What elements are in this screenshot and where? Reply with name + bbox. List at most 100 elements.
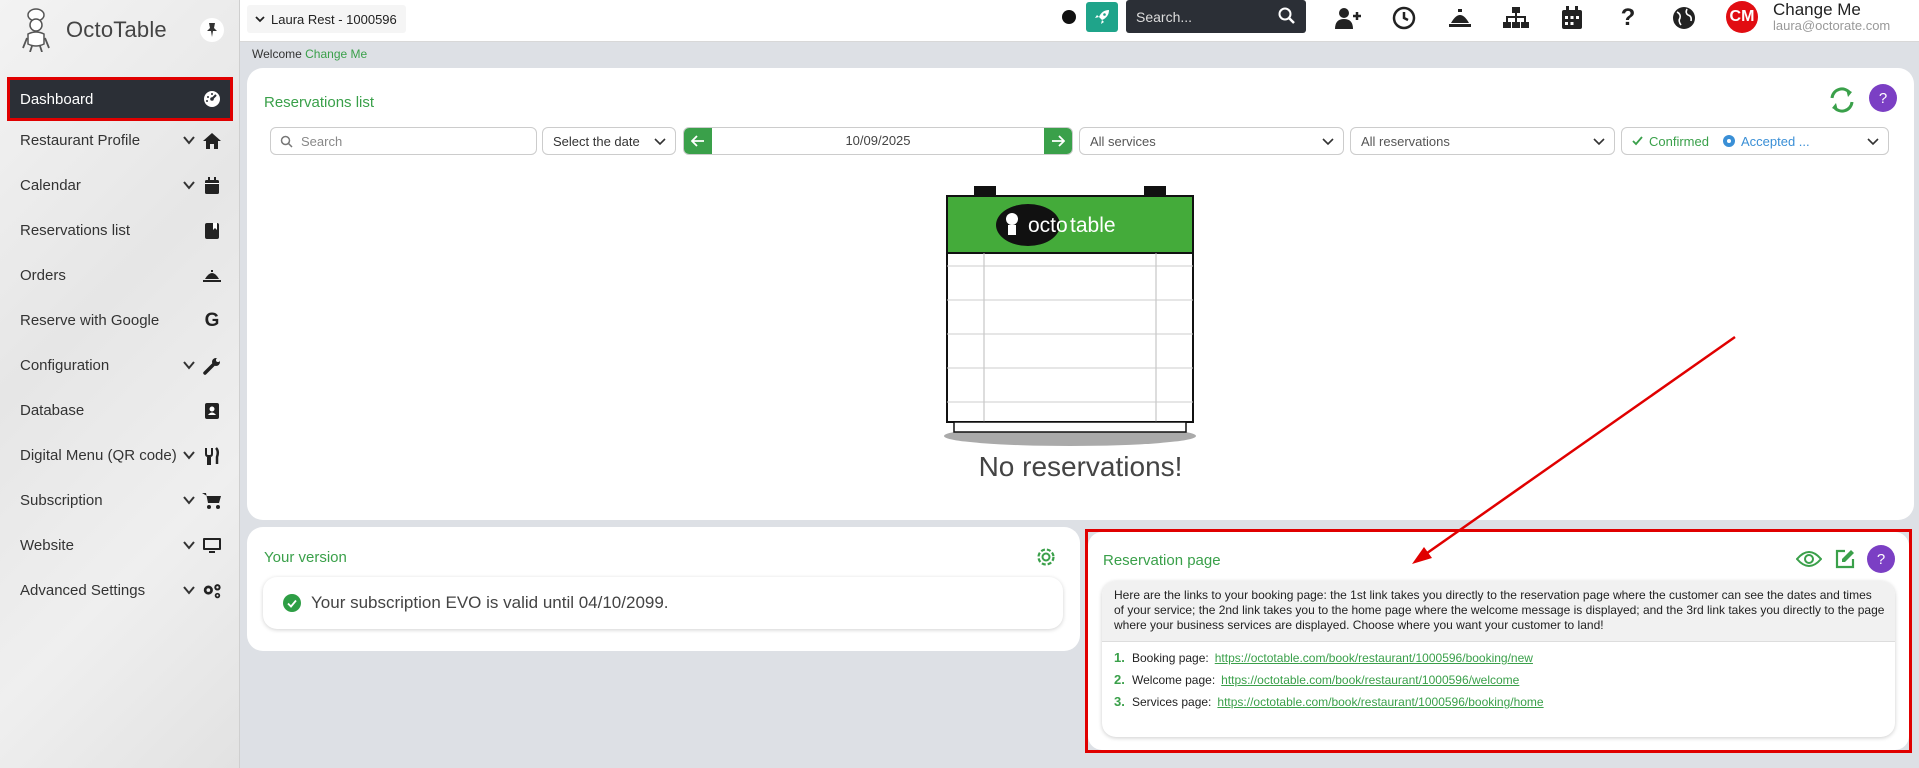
top-bar: Laura Rest - 1000596 Search... ? CM Chan: [240, 0, 1919, 42]
utensils-icon: [202, 446, 222, 466]
add-user-icon: [1335, 8, 1361, 29]
pin-sidebar-button[interactable]: [200, 18, 224, 42]
sidebar: OctoTable Dashboard Restaurant Profile C…: [0, 0, 240, 768]
search-icon: [280, 135, 293, 148]
sidebar-item-website[interactable]: Website: [0, 523, 240, 568]
version-title: Your version: [264, 549, 347, 566]
global-search-input[interactable]: Search...: [1126, 0, 1306, 33]
arrow-right-icon: [1052, 135, 1065, 147]
sidebar-item-dashboard[interactable]: Dashboard: [7, 77, 233, 121]
calendar-icon: [202, 176, 222, 196]
sidebar-item-reserve-with-google[interactable]: Reserve with Google G: [0, 298, 240, 343]
question-mark-icon: ?: [1620, 4, 1636, 31]
sidebar-item-reservations-list[interactable]: Reservations list: [0, 208, 240, 253]
help-button[interactable]: ?: [1600, 4, 1656, 32]
reservations-card: Reservations list ? Search Select the da…: [247, 68, 1914, 520]
welcome-user-link[interactable]: Change Me: [305, 47, 367, 61]
sidebar-item-restaurant-profile[interactable]: Restaurant Profile: [0, 118, 240, 163]
google-icon: G: [204, 310, 220, 331]
book-icon: [202, 221, 222, 241]
empty-state-message: No reservations!: [978, 451, 1183, 482]
chevron-down-icon: [182, 133, 196, 147]
reservations-filter-value: All reservations: [1361, 133, 1450, 149]
search-icon: [1278, 7, 1296, 28]
calendar-icon: [1562, 6, 1582, 29]
sidebar-item-label: Dashboard: [20, 90, 94, 108]
home-icon: [202, 131, 222, 151]
status-filter-dropdown[interactable]: Confirmed Accepted ...: [1621, 127, 1889, 155]
chevron-down-icon: [182, 448, 196, 462]
cart-icon: [202, 491, 222, 511]
wrench-icon: [202, 356, 222, 376]
reservations-help-button[interactable]: ?: [1869, 84, 1897, 112]
sitemap-button[interactable]: [1488, 4, 1544, 32]
language-button[interactable]: [1656, 4, 1712, 32]
previous-date-button[interactable]: [684, 128, 712, 154]
calendar-button[interactable]: [1544, 4, 1600, 32]
rocket-icon: [1095, 10, 1109, 24]
clock-icon: [1392, 6, 1416, 30]
chevron-down-icon: [182, 583, 196, 597]
orders-button[interactable]: [1432, 4, 1488, 32]
next-date-button[interactable]: [1044, 128, 1072, 154]
app-name: OctoTable: [66, 17, 167, 42]
global-search-placeholder: Search...: [1136, 8, 1193, 25]
sidebar-item-orders[interactable]: Orders: [0, 253, 240, 298]
sidebar-item-digital-menu[interactable]: Digital Menu (QR code): [0, 433, 240, 478]
refresh-icon: [1830, 87, 1854, 113]
top-icon-toolbar: ?: [1320, 4, 1712, 32]
gear-icon: [1037, 548, 1055, 566]
arrow-left-icon: [691, 135, 704, 147]
globe-icon: [1673, 7, 1695, 29]
version-settings-button[interactable]: [1034, 545, 1058, 569]
pin-icon: [207, 23, 217, 37]
restaurant-selector[interactable]: Laura Rest - 1000596: [247, 5, 406, 33]
status-accepted: Accepted ...: [1740, 133, 1810, 149]
welcome-message: Welcome Change Me: [252, 47, 367, 61]
reservation-search-input[interactable]: Search: [270, 127, 537, 155]
user-email: laura@octorate.com: [1773, 18, 1891, 33]
restaurant-name: Laura Rest - 1000596: [271, 11, 397, 27]
reservation-search-placeholder: Search: [301, 133, 343, 149]
welcome-prefix: Welcome: [252, 47, 302, 61]
sidebar-item-subscription[interactable]: Subscription: [0, 478, 240, 523]
accepted-status-icon: [1722, 135, 1735, 147]
current-date[interactable]: 10/09/2025: [712, 128, 1044, 154]
monitor-icon: [202, 536, 222, 556]
service-bell-icon: [1449, 9, 1471, 27]
avatar[interactable]: CM: [1726, 1, 1758, 33]
rocket-button[interactable]: [1086, 2, 1118, 32]
reservations-filter-dropdown[interactable]: All reservations: [1350, 127, 1615, 155]
chef-logo-icon: [22, 8, 50, 53]
refresh-button[interactable]: [1828, 86, 1856, 114]
date-navigator: 10/09/2025: [683, 127, 1073, 155]
sidebar-item-database[interactable]: Database: [0, 388, 240, 433]
sidebar-item-calendar[interactable]: Calendar: [0, 163, 240, 208]
dashboard-gauge-icon: [202, 89, 222, 109]
sidebar-nav: Dashboard Restaurant Profile Calendar Re…: [0, 77, 240, 613]
chevron-down-icon: [182, 538, 196, 552]
reservations-title: Reservations list: [264, 94, 375, 111]
chevron-down-icon: [255, 16, 265, 23]
chevron-down-icon: [654, 138, 666, 146]
check-circle-icon: [283, 594, 301, 612]
date-select-dropdown[interactable]: Select the date: [542, 127, 676, 155]
highlight-box: [1085, 529, 1912, 753]
chevron-down-icon: [182, 178, 196, 192]
logo-table-text: table: [1070, 214, 1116, 237]
chevron-down-icon: [182, 358, 196, 372]
add-user-button[interactable]: [1320, 4, 1376, 32]
services-value: All services: [1090, 133, 1156, 149]
sidebar-item-configuration[interactable]: Configuration: [0, 343, 240, 388]
cogs-icon: [202, 581, 222, 601]
version-card: Your version Your subscription EVO is va…: [247, 527, 1080, 651]
contact-book-icon: [202, 401, 222, 421]
logo-octo-text: octo: [1028, 214, 1068, 237]
sitemap-icon: [1503, 7, 1529, 28]
services-dropdown[interactable]: All services: [1079, 127, 1344, 155]
user-name[interactable]: Change Me: [1773, 0, 1861, 20]
service-bell-icon: [202, 266, 222, 286]
chevron-down-icon: [1593, 138, 1605, 146]
history-button[interactable]: [1376, 4, 1432, 32]
sidebar-item-advanced-settings[interactable]: Advanced Settings: [0, 568, 240, 613]
